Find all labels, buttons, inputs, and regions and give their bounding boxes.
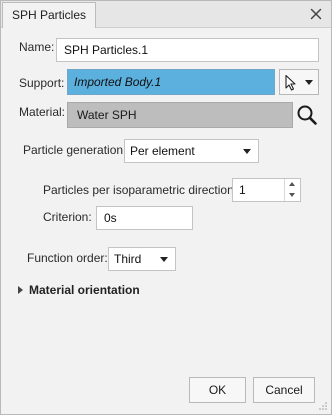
search-icon (297, 105, 317, 125)
material-orientation-label: Material orientation (29, 283, 140, 297)
spin-down-button[interactable] (285, 190, 300, 201)
close-icon (310, 8, 322, 20)
chevron-right-icon (18, 286, 23, 294)
material-search-button[interactable] (295, 102, 319, 128)
support-field[interactable]: Imported Body.1 (67, 69, 275, 95)
chevron-down-icon (305, 80, 313, 85)
name-input[interactable]: SPH Particles.1 (56, 38, 319, 62)
selection-mode-button[interactable] (279, 69, 319, 95)
criterion-label: Criterion: (43, 210, 92, 224)
cursor-arrow-icon (285, 74, 296, 91)
particle-generation-value: Per element (130, 144, 195, 158)
cancel-button[interactable]: Cancel (253, 377, 315, 403)
support-label: Support: (19, 76, 65, 90)
spin-buttons (284, 179, 300, 201)
particle-generation-label: Particle generation: (23, 143, 127, 157)
particle-generation-select[interactable]: Per element (124, 139, 259, 163)
particles-per-direction-spinbox[interactable]: 1 (232, 178, 301, 202)
spin-up-button[interactable] (285, 179, 300, 190)
function-order-select[interactable]: Third (108, 247, 176, 271)
name-label: Name: (19, 40, 55, 54)
function-order-label: Function order: (27, 251, 108, 265)
resize-grip-icon[interactable] (318, 401, 328, 411)
sph-particles-dialog: SPH Particles Name: SPH Particles.1 Supp… (0, 0, 332, 415)
title-bar: SPH Particles (1, 1, 331, 28)
chevron-down-icon (160, 257, 168, 262)
material-label: Material: (19, 105, 66, 119)
particles-per-direction-value: 1 (239, 183, 246, 197)
particles-per-direction-label: Particles per isoparametric direction: (43, 183, 238, 197)
ok-button[interactable]: OK (189, 377, 246, 403)
function-order-value: Third (114, 252, 142, 266)
dialog-title-tab: SPH Particles (2, 2, 97, 28)
material-field[interactable]: Water SPH (67, 102, 293, 128)
criterion-input[interactable]: 0s (96, 206, 193, 230)
chevron-down-icon (243, 149, 251, 154)
close-button[interactable] (307, 5, 325, 23)
